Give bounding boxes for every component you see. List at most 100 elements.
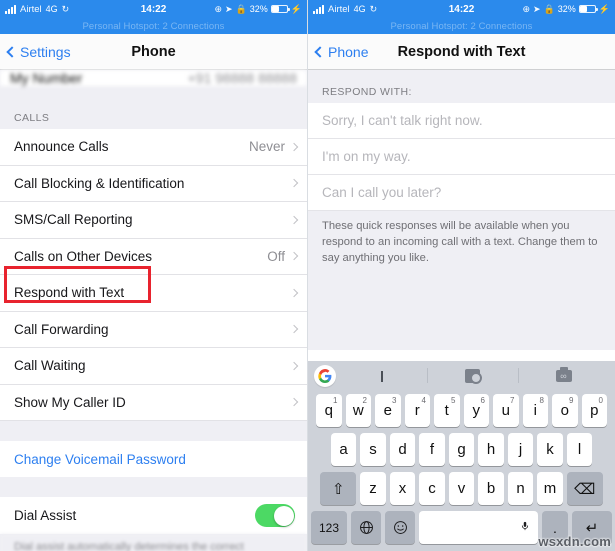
sidebar-item-call-forwarding[interactable]: Call Forwarding <box>0 311 307 348</box>
key-label: q <box>324 402 333 419</box>
change-voicemail-password-button[interactable]: Change Voicemail Password <box>0 441 307 477</box>
left-phone-screen: Airtel 4G ↻ 14:22 ⊕ ➤ 🔒 32% ⚡ Personal H… <box>0 0 307 551</box>
key-p[interactable]: 0p <box>581 394 607 427</box>
response-field-3[interactable]: Can I call you later? <box>308 175 615 211</box>
my-number-row[interactable]: My Number +91 98888 88888 <box>0 70 307 86</box>
chevron-right-icon <box>289 252 299 261</box>
space-key[interactable] <box>419 511 538 544</box>
key-number: 7 <box>510 396 515 405</box>
settings-list-left[interactable]: My Number +91 98888 88888 CALLS Announce… <box>0 70 307 551</box>
key-k[interactable]: k <box>537 433 563 466</box>
cell-value: Never <box>248 139 285 155</box>
cell-label: Announce Calls <box>14 139 109 155</box>
alarm-icon: ⊕ <box>522 3 530 14</box>
numbers-key[interactable]: 123 <box>311 511 347 544</box>
rotation-lock-icon: 🔒 <box>543 3 555 14</box>
sidebar-item-call-blocking[interactable]: Call Blocking & Identification <box>0 165 307 202</box>
battery-icon <box>270 4 290 14</box>
key-y[interactable]: 6y <box>463 394 489 427</box>
sidebar-item-call-waiting[interactable]: Call Waiting <box>0 348 307 385</box>
key-number: 4 <box>421 396 426 405</box>
sidebar-item-calls-on-other-devices[interactable]: Calls on Other Devices Off <box>0 238 307 275</box>
sidebar-item-announce-calls[interactable]: Announce Calls Never <box>0 129 307 166</box>
battery-percent-label: 32% <box>249 4 268 14</box>
chevron-right-icon <box>289 142 299 151</box>
site-watermark: wsxdn.com <box>538 534 611 549</box>
response-field-1[interactable]: Sorry, I can't talk right now. <box>308 103 615 139</box>
calls-section-header: CALLS <box>0 112 307 129</box>
sidebar-item-show-my-caller-id[interactable]: Show My Caller ID <box>0 384 307 421</box>
cell-label: Show My Caller ID <box>14 394 126 410</box>
emoji-key[interactable] <box>385 511 415 544</box>
chevron-left-icon <box>314 45 326 58</box>
globe-key[interactable] <box>351 511 381 544</box>
key-number: 9 <box>569 396 574 405</box>
google-logo-icon[interactable] <box>314 365 336 387</box>
text-cursor-icon[interactable] <box>336 365 427 387</box>
keyboard-row-1: 1q 2w 3e 4r 5t 6y 7u 8i 9o 0p <box>308 391 615 430</box>
response-field-2[interactable]: I'm on my way. <box>308 139 615 175</box>
back-to-phone-button[interactable]: Phone <box>314 44 368 60</box>
key-v[interactable]: v <box>448 472 475 505</box>
clipboard-icon[interactable] <box>518 365 609 387</box>
right-phone-screen: Airtel 4G ↻ 14:22 ⊕ ➤ 🔒 32% ⚡ Personal H… <box>307 0 615 551</box>
key-c[interactable]: c <box>419 472 445 505</box>
respond-with-text-body: RESPOND WITH: Sorry, I can't talk right … <box>308 70 615 350</box>
microphone-icon[interactable] <box>520 519 530 536</box>
backspace-key[interactable]: ⌫ <box>566 472 603 505</box>
cell-label: Call Waiting <box>14 358 86 374</box>
charging-bolt-icon: ⚡ <box>598 3 610 14</box>
shift-key[interactable]: ⇧ <box>320 472 357 505</box>
key-h[interactable]: h <box>478 433 504 466</box>
key-w[interactable]: 2w <box>345 394 371 427</box>
key-g[interactable]: g <box>448 433 475 466</box>
list-gap <box>0 477 307 497</box>
hotspot-banner-left: Personal Hotspot: 2 Connections <box>0 18 307 34</box>
change-voicemail-password-label: Change Voicemail Password <box>14 451 186 467</box>
chevron-left-icon <box>6 45 18 58</box>
sticker-search-icon[interactable] <box>427 365 518 387</box>
sidebar-item-respond-with-text[interactable]: Respond with Text <box>0 275 307 312</box>
dual-screenshot: Airtel 4G ↻ 14:22 ⊕ ➤ 🔒 32% ⚡ Personal H… <box>0 0 615 551</box>
key-m[interactable]: m <box>537 472 563 505</box>
key-o[interactable]: 9o <box>552 394 578 427</box>
cell-value: Off <box>267 248 285 264</box>
key-label: p <box>590 402 599 419</box>
nav-bar-left: Settings Phone <box>0 34 307 70</box>
key-e[interactable]: 3e <box>375 394 401 427</box>
key-q[interactable]: 1q <box>316 394 342 427</box>
key-z[interactable]: z <box>360 472 386 505</box>
back-to-settings-button[interactable]: Settings <box>6 44 71 60</box>
key-number: 3 <box>392 396 397 405</box>
key-s[interactable]: s <box>360 433 386 466</box>
key-label: i <box>533 402 537 419</box>
key-number: 2 <box>362 396 367 405</box>
rotation-lock-icon: 🔒 <box>235 3 247 14</box>
response-text-1: Sorry, I can't talk right now. <box>322 113 483 128</box>
list-gap <box>0 421 307 441</box>
key-label: r <box>414 402 420 419</box>
alarm-icon: ⊕ <box>214 3 222 14</box>
chevron-right-icon <box>289 361 299 370</box>
cell-label: Respond with Text <box>14 285 125 301</box>
key-n[interactable]: n <box>507 472 534 505</box>
key-d[interactable]: d <box>389 433 416 466</box>
location-arrow-icon: ➤ <box>533 3 541 14</box>
key-b[interactable]: b <box>478 472 504 505</box>
key-t[interactable]: 5t <box>434 394 460 427</box>
battery-percent-label: 32% <box>557 4 576 14</box>
key-r[interactable]: 4r <box>404 394 430 427</box>
status-bar-right: Airtel 4G ↻ 14:22 ⊕ ➤ 🔒 32% ⚡ <box>308 0 615 18</box>
key-u[interactable]: 7u <box>493 394 519 427</box>
dial-assist-toggle[interactable] <box>255 504 295 527</box>
sidebar-item-sms-call-reporting[interactable]: SMS/Call Reporting <box>0 202 307 239</box>
respond-with-text-note: These quick responses will be available … <box>322 220 598 264</box>
key-a[interactable]: a <box>330 433 357 466</box>
key-j[interactable]: j <box>507 433 534 466</box>
key-number: 6 <box>480 396 485 405</box>
key-number: 0 <box>598 396 603 405</box>
key-f[interactable]: f <box>419 433 445 466</box>
key-i[interactable]: 8i <box>522 394 548 427</box>
key-x[interactable]: x <box>389 472 416 505</box>
key-l[interactable]: l <box>566 433 593 466</box>
